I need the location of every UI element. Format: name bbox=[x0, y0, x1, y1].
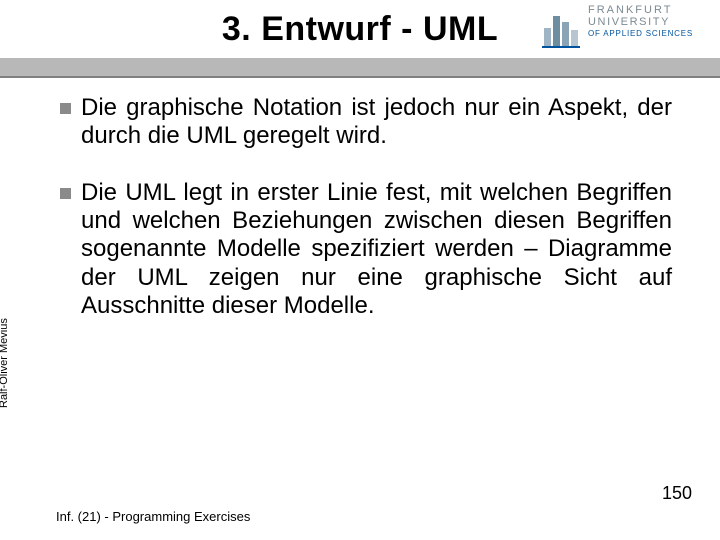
university-logo: FRANKFURT UNIVERSITY OF APPLIED SCIENCES bbox=[540, 4, 708, 52]
list-item: Die UML legt in erster Linie fest, mit w… bbox=[60, 179, 672, 321]
logo-text: FRANKFURT UNIVERSITY OF APPLIED SCIENCES bbox=[588, 4, 693, 38]
list-item: Die graphische Notation ist jedoch nur e… bbox=[60, 94, 672, 151]
bullet-text: Die UML legt in erster Linie fest, mit w… bbox=[81, 179, 672, 321]
logo-mark-icon bbox=[540, 6, 582, 48]
bullet-icon bbox=[60, 103, 71, 114]
slide: 3. Entwurf - UML FRANKFURT UNIVERSITY OF… bbox=[0, 0, 720, 540]
logo-line2: UNIVERSITY bbox=[588, 16, 693, 28]
content-area: Die graphische Notation ist jedoch nur e… bbox=[60, 94, 672, 348]
author-label: Ralf-Oliver Mevius bbox=[0, 318, 10, 408]
footer: Inf. (21) - Programming Exercises bbox=[56, 509, 676, 524]
logo-line1: FRANKFURT bbox=[588, 4, 693, 16]
logo-line3: OF APPLIED SCIENCES bbox=[588, 29, 693, 38]
bullet-text: Die graphische Notation ist jedoch nur e… bbox=[81, 94, 672, 151]
header-divider-bar bbox=[0, 58, 720, 78]
page-number: 150 bbox=[662, 483, 692, 504]
bullet-icon bbox=[60, 188, 71, 199]
footer-text: Inf. (21) - Programming Exercises bbox=[56, 509, 250, 524]
